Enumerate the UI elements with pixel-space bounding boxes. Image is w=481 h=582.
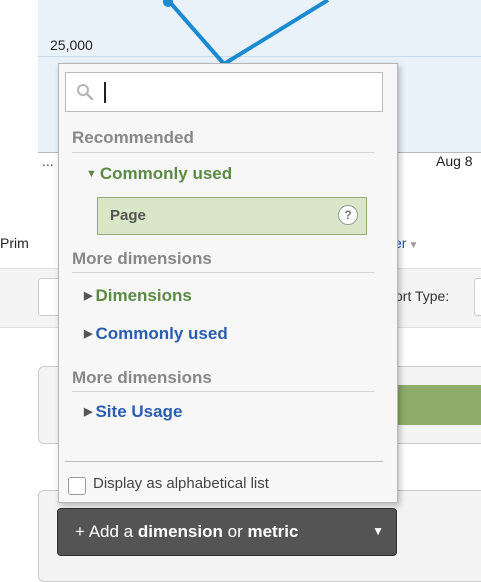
dimension-item-label: Page <box>110 207 146 224</box>
chevron-right-icon: ▶ <box>84 406 93 418</box>
add-button-metric: metric <box>247 522 299 541</box>
group-label: Commonly used <box>99 164 233 183</box>
section-header-recommended: Recommended <box>72 128 194 147</box>
help-icon[interactable]: ? <box>338 205 358 225</box>
chevron-down-icon: ▼ <box>372 524 384 538</box>
sort-type-label: ort Type: <box>395 288 450 304</box>
chevron-down-icon: ▼ <box>86 168 97 180</box>
alphabetical-list-checkbox[interactable] <box>68 477 86 495</box>
primary-dimension-label: Prim <box>0 235 29 251</box>
dimension-picker-panel: Recommended ▼ Commonly used Page ? More d… <box>58 63 398 503</box>
dimension-item-page[interactable]: Page ? <box>97 197 367 235</box>
data-bar <box>395 385 481 425</box>
group-commonly-used[interactable]: ▶ Commonly used <box>84 324 228 344</box>
text-cursor <box>104 82 106 103</box>
group-label: Site Usage <box>95 402 183 421</box>
chart-y-tick-label: 25,000 <box>50 37 93 53</box>
group-commonly-used-expanded[interactable]: ▼ Commonly used <box>86 164 232 184</box>
panel-divider <box>65 461 383 462</box>
group-label: Commonly used <box>95 324 228 343</box>
group-dimensions[interactable]: ▶ Dimensions <box>84 286 192 306</box>
section-divider <box>72 391 374 392</box>
chevron-down-icon: ▼ <box>408 240 419 251</box>
chevron-right-icon: ▶ <box>84 328 93 340</box>
sort-type-select[interactable] <box>474 278 481 316</box>
chart-x-tick-label: Aug 8 <box>436 153 473 169</box>
section-header-more-dimensions: More dimensions <box>72 368 212 387</box>
group-site-usage[interactable]: ▶ Site Usage <box>84 402 182 422</box>
group-label: Dimensions <box>95 286 192 305</box>
alphabetical-list-label[interactable]: Display as alphabetical list <box>93 475 269 492</box>
add-dimension-button[interactable]: + Add a dimension or metric ▼ <box>57 508 397 556</box>
section-header-more-dimensions: More dimensions <box>72 249 212 268</box>
section-divider <box>72 152 374 153</box>
add-button-dimension: dimension <box>137 522 223 541</box>
search-icon <box>77 84 94 101</box>
add-dimension-label: + Add a dimension or metric <box>75 522 298 542</box>
add-button-or: or <box>222 522 248 541</box>
dimension-search-input[interactable] <box>65 72 383 112</box>
chart-x-ellipsis: ... <box>42 153 54 169</box>
section-divider <box>72 272 374 273</box>
add-button-prefix: + Add a <box>75 522 138 541</box>
chevron-right-icon: ▶ <box>84 290 93 302</box>
